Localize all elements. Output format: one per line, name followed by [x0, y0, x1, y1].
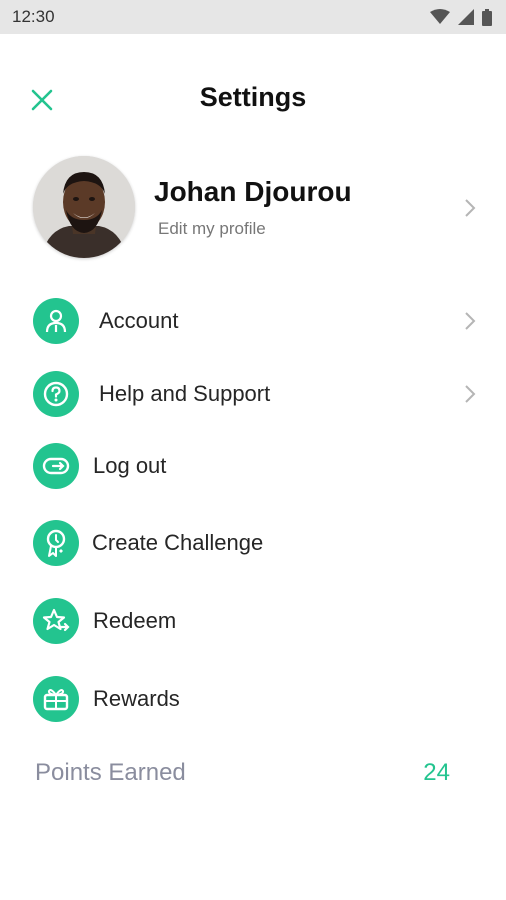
chevron-right-icon [465, 199, 476, 217]
menu-label-account: Account [99, 308, 179, 333]
menu-label-log-out: Log out [93, 453, 167, 478]
status-bar: 12:30 [0, 0, 506, 34]
help-icon [33, 371, 79, 417]
menu-item-create-challenge[interactable]: Create Challenge [0, 512, 506, 574]
settings-header: Settings [0, 76, 506, 124]
menu-label-help-and-support: Help and Support [99, 381, 271, 406]
points-earned-value: 24 [423, 759, 450, 786]
account-icon [33, 298, 79, 344]
menu-label-create-challenge: Create Challenge [92, 530, 264, 555]
menu-item-log-out[interactable]: Log out [0, 435, 506, 497]
page-title: Settings [199, 82, 307, 112]
system-icons [430, 8, 492, 26]
menu-item-rewards[interactable]: Rewards [0, 668, 506, 730]
menu-label-redeem: Redeem [93, 608, 177, 633]
cellular-signal-icon [458, 9, 474, 25]
chevron-right-icon [465, 385, 476, 403]
points-earned-label: Points Earned [35, 759, 186, 786]
challenge-icon [33, 520, 79, 566]
points-earned-row: Points Earned 24 [0, 755, 506, 795]
menu-item-account[interactable]: Account [0, 290, 506, 352]
avatar-image [33, 156, 135, 258]
menu-item-help-and-support[interactable]: Help and Support [0, 363, 506, 425]
status-time: 12:30 [12, 7, 55, 26]
chevron-right-icon [465, 312, 476, 330]
battery-icon [482, 8, 492, 26]
profile-name: Johan Djourou [154, 176, 352, 207]
profile-row[interactable]: Johan Djourou Edit my profile [0, 150, 506, 265]
avatar [33, 156, 135, 258]
wifi-icon [430, 9, 450, 24]
redeem-icon [33, 598, 79, 644]
menu-item-redeem[interactable]: Redeem [0, 590, 506, 652]
edit-profile-link[interactable]: Edit my profile [158, 219, 266, 239]
menu-label-rewards: Rewards [93, 686, 180, 711]
logout-icon [33, 443, 79, 489]
rewards-icon [33, 676, 79, 722]
